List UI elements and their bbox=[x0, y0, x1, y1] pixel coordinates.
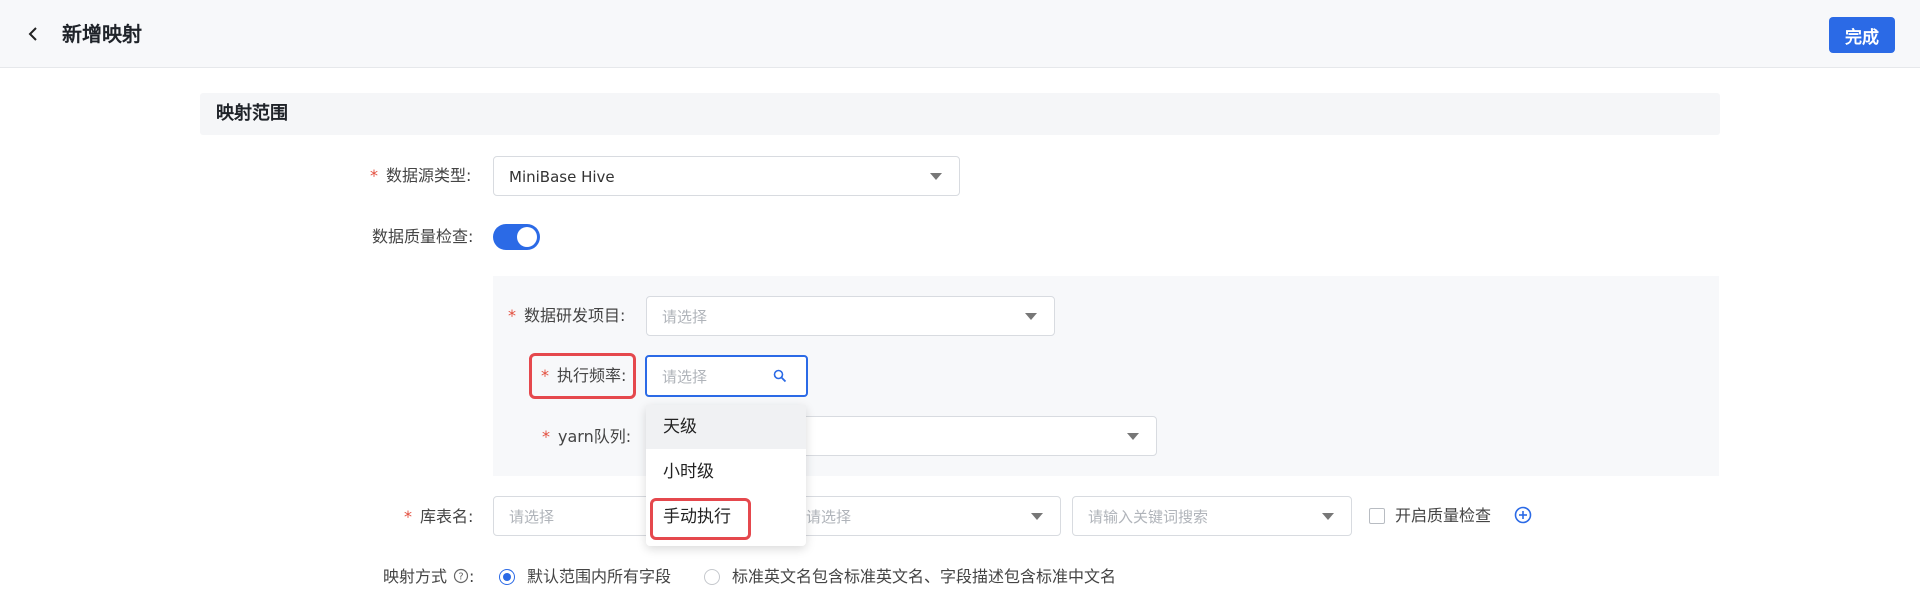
mapping-mode-option-all: 默认范围内所有字段 bbox=[527, 567, 672, 586]
mapping-mode-radio-all[interactable] bbox=[499, 569, 515, 585]
search-icon bbox=[773, 369, 787, 383]
section-title: 映射范围 bbox=[216, 103, 288, 124]
caret-down-icon bbox=[1031, 513, 1043, 520]
keyword-search-select[interactable]: 请输入关键词搜索 bbox=[1072, 496, 1352, 536]
quality-check-toggle[interactable] bbox=[493, 224, 540, 250]
dev-project-select[interactable]: 请选择 bbox=[646, 296, 1055, 336]
exec-frequency-label: * 执行频率: bbox=[541, 366, 627, 385]
table-select[interactable]: 请选择 bbox=[790, 496, 1061, 536]
exec-frequency-placeholder: 请选择 bbox=[662, 368, 708, 386]
dev-project-placeholder: 请选择 bbox=[662, 308, 708, 326]
table-placeholder: 请选择 bbox=[806, 508, 852, 526]
required-mark: * bbox=[508, 306, 516, 325]
database-placeholder: 请选择 bbox=[509, 508, 555, 526]
help-icon[interactable]: ? bbox=[453, 568, 469, 584]
required-mark: * bbox=[370, 166, 378, 185]
table-name-label: * 库表名: bbox=[404, 507, 474, 526]
top-bar: 新增映射 完成 bbox=[0, 0, 1920, 68]
exec-frequency-select[interactable]: 请选择 bbox=[645, 355, 808, 397]
database-select[interactable]: 请选择 bbox=[493, 496, 663, 536]
quality-check-checkbox[interactable] bbox=[1369, 508, 1385, 524]
svg-text:?: ? bbox=[458, 572, 463, 583]
caret-down-icon bbox=[1322, 513, 1334, 520]
keyword-placeholder: 请输入关键词搜索 bbox=[1088, 508, 1209, 526]
yarn-queue-label: * yarn队列: bbox=[542, 427, 632, 446]
dropdown-option-daily[interactable]: 天级 bbox=[646, 405, 806, 449]
datasource-type-value: MiniBase Hive bbox=[509, 168, 615, 186]
datasource-type-select[interactable]: MiniBase Hive bbox=[493, 156, 960, 196]
add-circle-icon[interactable] bbox=[1514, 506, 1532, 524]
mapping-mode-radio-standard[interactable] bbox=[704, 569, 720, 585]
highlight-box-manual bbox=[650, 498, 751, 540]
done-button[interactable]: 完成 bbox=[1829, 17, 1895, 53]
quality-check-label: 数据质量检查: bbox=[372, 227, 474, 246]
section-header: 映射范围 bbox=[200, 93, 1720, 135]
mapping-mode-label: 映射方式 bbox=[383, 567, 448, 586]
caret-down-icon bbox=[1025, 313, 1037, 320]
back-arrow-icon[interactable] bbox=[26, 26, 42, 42]
toggle-knob bbox=[517, 227, 537, 247]
required-mark: * bbox=[404, 507, 412, 526]
colon-text: : bbox=[469, 567, 475, 586]
datasource-type-label: * 数据源类型: bbox=[370, 166, 472, 185]
dropdown-option-hourly[interactable]: 小时级 bbox=[646, 450, 806, 494]
dev-project-label: * 数据研发项目: bbox=[508, 306, 626, 325]
caret-down-icon bbox=[1127, 433, 1139, 440]
page-title: 新增映射 bbox=[62, 22, 142, 46]
mapping-mode-option-standard: 标准英文名包含标准英文名、字段描述包含标准中文名 bbox=[732, 567, 1117, 586]
required-mark: * bbox=[541, 366, 549, 385]
quality-check-checkbox-label: 开启质量检查 bbox=[1395, 506, 1492, 525]
caret-down-icon bbox=[930, 173, 942, 180]
required-mark: * bbox=[542, 427, 550, 446]
